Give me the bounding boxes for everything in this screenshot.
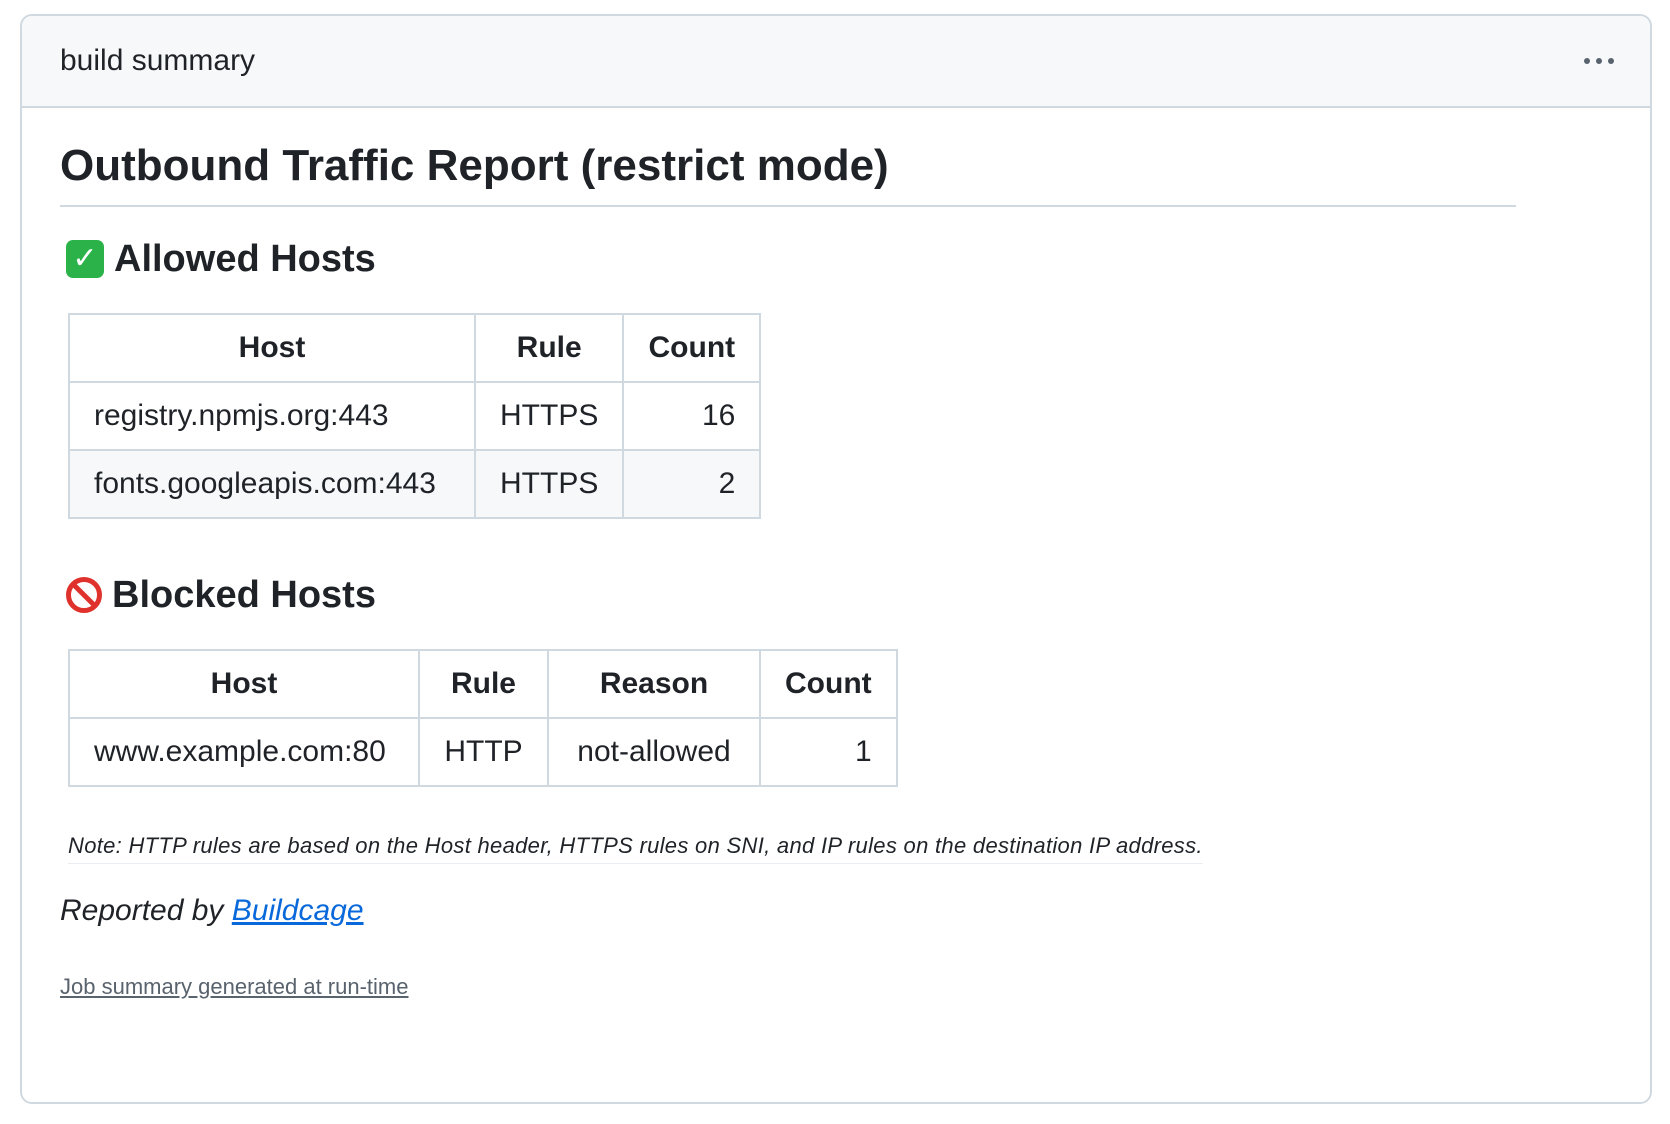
card-title: build summary bbox=[60, 44, 256, 77]
reported-by: Reported by Buildcage bbox=[60, 894, 1612, 928]
column-header-rule: Rule bbox=[418, 649, 549, 719]
blocked-hosts-heading-label: Blocked Hosts bbox=[112, 573, 376, 616]
table-row: www.example.com:80 HTTP not-allowed 1 bbox=[68, 717, 898, 787]
allowed-hosts-table: Host Rule Count registry.npmjs.org:443 H… bbox=[68, 313, 762, 519]
column-header-rule: Rule bbox=[473, 313, 625, 383]
count-cell: 16 bbox=[622, 381, 762, 451]
reason-cell: not-allowed bbox=[547, 717, 761, 787]
rule-cell: HTTPS bbox=[473, 449, 625, 519]
allowed-hosts-heading-label: Allowed Hosts bbox=[114, 237, 376, 280]
count-cell: 2 bbox=[622, 449, 762, 519]
card-header: build summary bbox=[22, 16, 1650, 108]
kebab-horizontal-icon[interactable] bbox=[1578, 52, 1620, 70]
rule-cell: HTTP bbox=[418, 717, 549, 787]
column-header-count: Count bbox=[622, 313, 762, 383]
summary-body: Outbound Traffic Report (restrict mode) … bbox=[22, 108, 1650, 1000]
job-summary-card: build summary Outbound Traffic Report (r… bbox=[20, 14, 1652, 1104]
table-row: fonts.googleapis.com:443 HTTPS 2 bbox=[68, 449, 762, 519]
buildcage-link[interactable]: Buildcage bbox=[232, 894, 364, 927]
no-entry-sign-icon bbox=[66, 577, 102, 613]
table-row: registry.npmjs.org:443 HTTPS 16 bbox=[68, 381, 762, 451]
table-header-row: Host Rule Count bbox=[68, 313, 762, 383]
job-summary-footer-link[interactable]: Job summary generated at run-time bbox=[60, 974, 409, 1000]
host-cell: fonts.googleapis.com:443 bbox=[68, 449, 476, 519]
reported-by-prefix: Reported by bbox=[60, 894, 224, 927]
report-title: Outbound Traffic Report (restrict mode) bbox=[60, 108, 1516, 207]
rule-cell: HTTPS bbox=[473, 381, 625, 451]
column-header-count: Count bbox=[759, 649, 898, 719]
blocked-hosts-heading: Blocked Hosts bbox=[66, 569, 1612, 621]
host-cell: www.example.com:80 bbox=[68, 717, 420, 787]
table-header-row: Host Rule Reason Count bbox=[68, 649, 898, 719]
blocked-hosts-table: Host Rule Reason Count www.example.com:8… bbox=[68, 649, 898, 787]
host-cell: registry.npmjs.org:443 bbox=[68, 381, 476, 451]
column-header-reason: Reason bbox=[547, 649, 761, 719]
count-cell: 1 bbox=[759, 717, 898, 787]
rules-note: Note: HTTP rules are based on the Host h… bbox=[68, 833, 1203, 864]
column-header-host: Host bbox=[68, 649, 420, 719]
column-header-host: Host bbox=[68, 313, 476, 383]
allowed-hosts-heading: ✓ Allowed Hosts bbox=[66, 233, 1612, 285]
white-check-mark-icon: ✓ bbox=[66, 240, 104, 278]
